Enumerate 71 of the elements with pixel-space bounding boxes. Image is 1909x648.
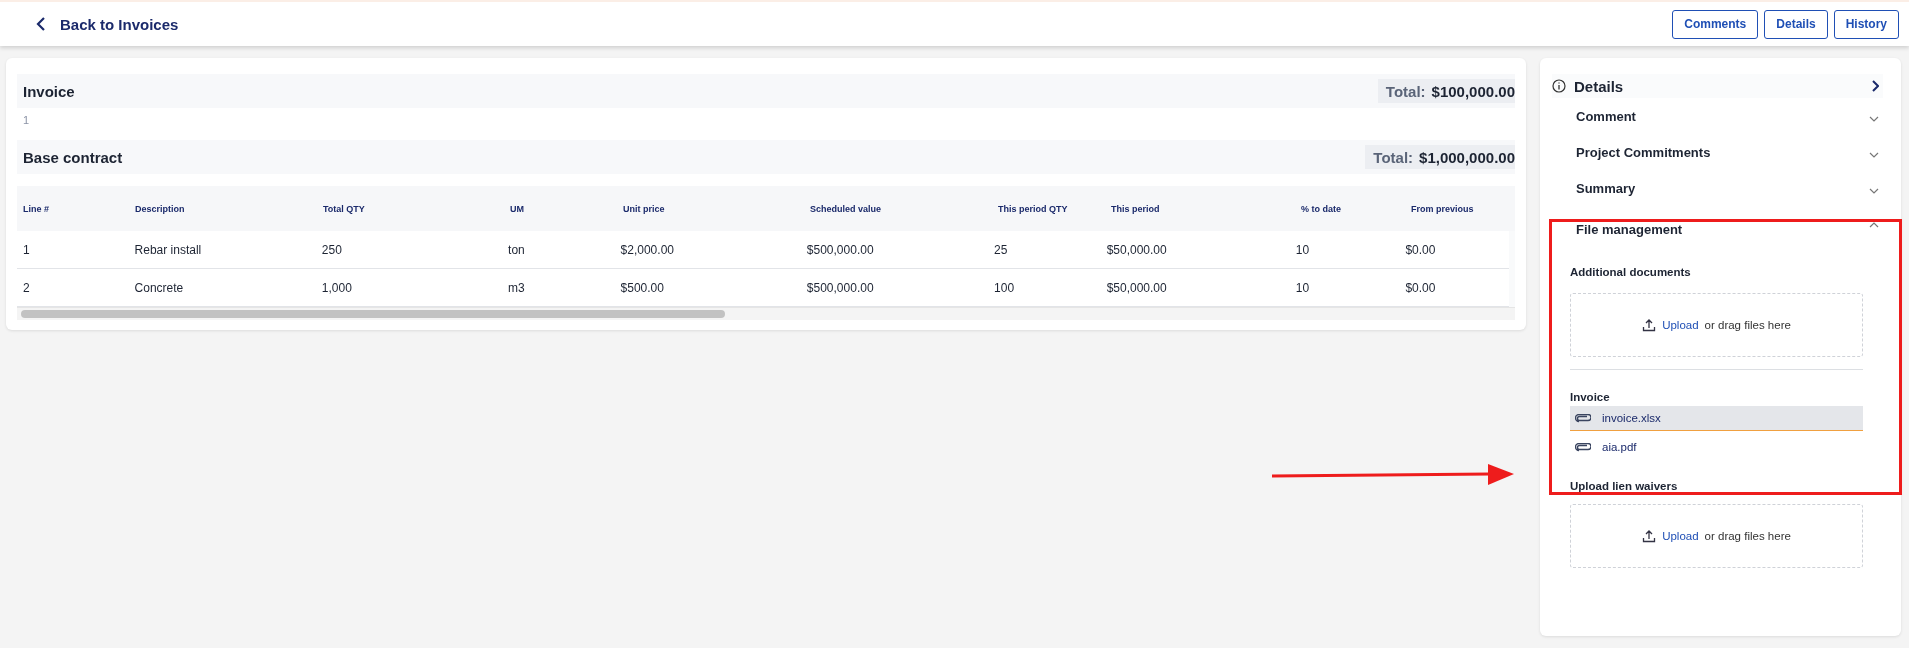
subsection-label: Upload lien waivers	[1570, 480, 1679, 492]
table-cell-text: Concrete	[133, 280, 185, 295]
table-cell-text: ton	[507, 242, 526, 257]
accordion-header[interactable]: Project Commitments	[1552, 134, 1883, 170]
upload-link[interactable]: Upload	[1662, 530, 1699, 542]
column-header: UM	[509, 203, 525, 214]
chevron-up-icon	[1869, 222, 1879, 228]
total-value: $100,000.00	[1431, 82, 1515, 100]
table-cell-text: Rebar install	[133, 242, 203, 257]
header-button[interactable]: Details	[1764, 9, 1828, 39]
table-cell-text: 100	[993, 280, 1016, 295]
upload-dropzone[interactable]: Upload or drag files here	[1570, 504, 1863, 568]
scrollbar-thumb[interactable]	[21, 310, 725, 318]
table-cell-text: $0.00	[1404, 280, 1437, 295]
file-item[interactable]: invoice.xlsx	[1570, 406, 1863, 431]
upload-icon	[1642, 529, 1657, 543]
table-cell-text: 250	[320, 242, 343, 257]
subsection-label: Additional documents	[1570, 266, 1692, 278]
panel-title: Details	[1574, 77, 1624, 95]
accordion-header[interactable]: Comment	[1552, 98, 1883, 134]
table-cell-text: 2	[22, 280, 31, 295]
chevron-down-icon	[1869, 152, 1879, 158]
table-cell-text: $500,000.00	[805, 280, 875, 295]
column-header: From previous	[1410, 203, 1475, 214]
table-cell-text: 1	[22, 242, 31, 257]
accordion-header[interactable]: Summary	[1552, 170, 1883, 206]
back-link[interactable]: Back to Invoices	[36, 15, 179, 33]
table-cell-text: $50,000.00	[1105, 242, 1168, 257]
paperclip-icon	[1575, 413, 1591, 423]
table-cell-text: 10	[1294, 280, 1311, 295]
header-button[interactable]: Comments	[1672, 9, 1759, 39]
column-header: This period	[1110, 203, 1161, 214]
table-cell-text: $50,000.00	[1105, 280, 1168, 295]
table-cell-text: $500.00	[619, 280, 665, 295]
header-button[interactable]: History	[1833, 9, 1899, 39]
paperclip-icon	[1575, 442, 1591, 452]
drop-hint: or drag files here	[1704, 319, 1791, 331]
section-title: Invoice	[23, 82, 75, 100]
column-header: Unit price	[622, 203, 666, 214]
drop-hint: or drag files here	[1704, 530, 1791, 542]
column-header: This period QTY	[997, 203, 1069, 214]
info-icon	[1552, 79, 1566, 93]
total-label: Total:	[1373, 148, 1414, 166]
table-cell-text: $2,000.00	[619, 242, 675, 257]
upload-dropzone[interactable]: Upload or drag files here	[1570, 293, 1863, 357]
table-cell-text: 25	[993, 242, 1009, 257]
accordion-header[interactable]: File management	[1552, 206, 1883, 252]
chevron-right-icon[interactable]	[1871, 80, 1879, 92]
column-header: Description	[134, 203, 186, 214]
table-cell-text: 1,000	[320, 280, 353, 295]
total-label: Total:	[1385, 82, 1426, 100]
column-header: Line #	[22, 203, 50, 214]
upload-link[interactable]: Upload	[1662, 319, 1699, 331]
section-title: Base contract	[23, 148, 123, 166]
subsection-label: Invoice	[1570, 391, 1611, 403]
table-cell-text: m3	[507, 280, 526, 295]
invoice-number: 1	[22, 113, 31, 128]
table-cell-text: $500,000.00	[805, 242, 875, 257]
panel-header[interactable]: Details	[1552, 74, 1883, 98]
column-header: % to date	[1300, 203, 1342, 214]
column-header: Scheduled value	[809, 203, 883, 214]
column-header: Total QTY	[322, 203, 366, 214]
chevron-down-icon	[1869, 188, 1879, 194]
chevron-left-icon	[36, 17, 46, 31]
table-cell-text: $0.00	[1404, 242, 1437, 257]
table-cell-text: 10	[1294, 242, 1311, 257]
chevron-down-icon	[1869, 116, 1879, 122]
horizontal-scrollbar[interactable]	[17, 307, 1515, 320]
total-value: $1,000,000.00	[1419, 148, 1515, 166]
file-item[interactable]: aia.pdf	[1570, 435, 1863, 460]
upload-icon	[1642, 318, 1657, 332]
